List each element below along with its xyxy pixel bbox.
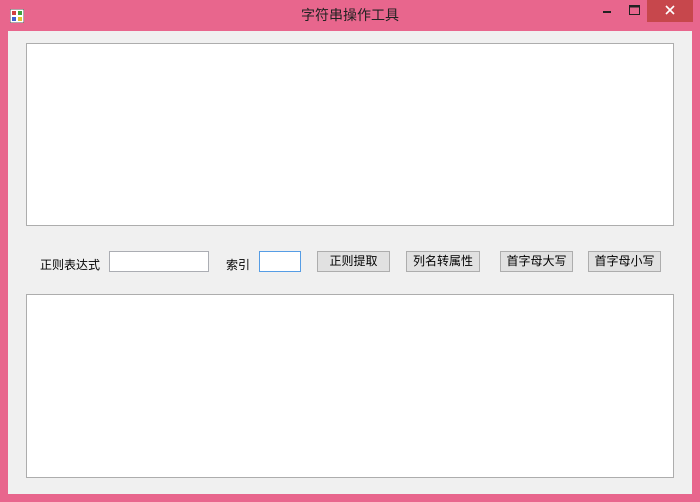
regex-input[interactable] [109,251,209,272]
regex-label: 正则表达式 [40,258,101,272]
client-area: 正则表达式 索引 正则提取 列名转属性 首字母大写 首字母小写 [8,31,692,494]
regex-extract-button[interactable]: 正则提取 [317,251,390,272]
app-window: 字符串操作工具 正则表达式 索引 正则提取 列名转属性 首字母大写 首字母小写 [0,0,700,502]
title-bar[interactable]: 字符串操作工具 [0,0,700,30]
lowercase-first-button[interactable]: 首字母小写 [588,251,661,272]
input-textarea[interactable] [26,43,674,226]
index-label: 索引 [226,258,251,272]
column-to-property-button[interactable]: 列名转属性 [406,251,480,272]
index-input[interactable] [259,251,301,272]
close-icon [665,3,675,19]
minimize-icon [602,4,612,18]
minimize-button[interactable] [594,0,620,22]
maximize-icon [628,4,640,18]
output-textarea[interactable] [26,294,674,478]
maximize-button[interactable] [620,0,648,22]
close-button[interactable] [647,0,693,22]
capitalize-first-button[interactable]: 首字母大写 [500,251,573,272]
